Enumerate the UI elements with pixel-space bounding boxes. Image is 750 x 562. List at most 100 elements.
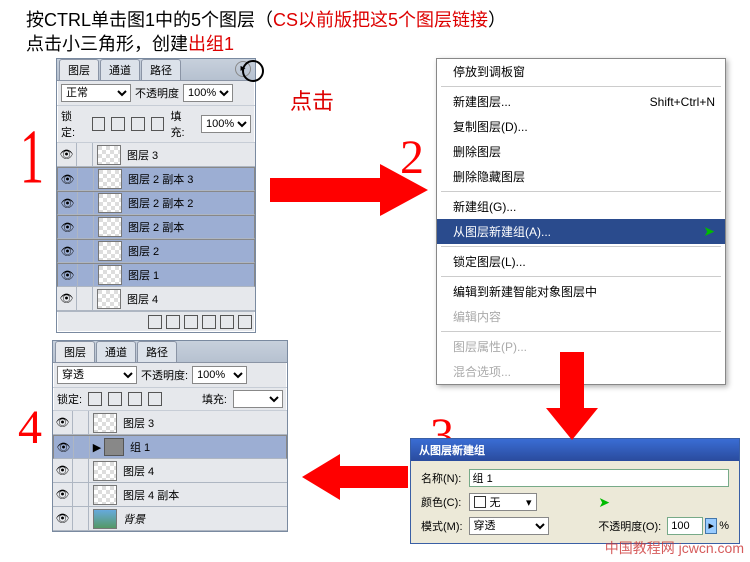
lock-move-icon[interactable] — [128, 392, 142, 406]
menu-item-dellayer[interactable]: 删除图层 — [437, 139, 725, 164]
tab-layers[interactable]: 图层 — [59, 59, 99, 80]
eye-icon[interactable]: 👁 — [53, 507, 73, 530]
percent-label: % — [719, 520, 729, 532]
blend-mode-select[interactable]: 正常 — [61, 84, 131, 102]
eye-icon[interactable]: 👁 — [57, 143, 77, 166]
layer-row[interactable]: 👁图层 1 — [57, 263, 255, 287]
eye-icon[interactable]: 👁 — [58, 264, 78, 286]
menu-item-delhidden[interactable]: 删除隐藏图层 — [437, 164, 725, 189]
menu-item-groupfromlayers[interactable]: 从图层新建组(A)...➤ — [437, 219, 725, 244]
instruction-text: 按CTRL单击图1中的5个图层（ — [26, 10, 273, 30]
eye-icon[interactable]: 👁 — [54, 436, 74, 458]
name-label: 名称(N): — [421, 470, 463, 486]
panel-footer — [57, 311, 255, 332]
fill-label: 填充: — [202, 391, 227, 407]
instruction-line2b: 出组1 — [188, 34, 234, 54]
color-label: 颜色(C): — [421, 494, 463, 510]
layer-list: 👁图层 3 👁图层 2 副本 3 👁图层 2 副本 2 👁图层 2 副本 👁图层… — [57, 143, 255, 311]
layer-row[interactable]: 👁图层 2 — [57, 239, 255, 263]
arrow-left — [300, 452, 410, 502]
instruction-line2a: 点击小三角形，创建 — [26, 34, 188, 54]
menu-item-duplayer[interactable]: 复制图层(D)... — [437, 114, 725, 139]
menu-item-editcontent: 编辑内容 — [437, 304, 725, 329]
arrow-down — [542, 352, 602, 442]
eye-icon[interactable]: 👁 — [58, 168, 78, 190]
eye-icon[interactable]: 👁 — [58, 216, 78, 238]
fill-label: 填充: — [170, 108, 195, 140]
dialog-title: 从图层新建组 — [411, 439, 739, 461]
watermark: 中国教程网 jcwcn.com — [605, 538, 744, 558]
tab-channels[interactable]: 通道 — [96, 341, 136, 362]
menu-item-dock[interactable]: 停放到调板窗 — [437, 59, 725, 84]
tab-paths[interactable]: 路径 — [141, 59, 181, 80]
new-group-dialog: 从图层新建组 名称(N): 颜色(C): 无▾ ➤ 模式(M): 穿透 不透明度… — [410, 438, 740, 544]
layer-row[interactable]: 👁图层 4 — [53, 459, 287, 483]
mode-select[interactable]: 穿透 — [469, 517, 549, 535]
lock-all-icon[interactable] — [151, 117, 165, 131]
lock-all-icon[interactable] — [148, 392, 162, 406]
opacity-label: 不透明度: — [141, 367, 188, 383]
link-icon[interactable] — [148, 315, 162, 329]
lock-trans-icon[interactable] — [92, 117, 106, 131]
eye-icon[interactable]: 👁 — [58, 240, 78, 262]
chevron-right-icon[interactable]: ▶ — [92, 441, 102, 454]
lock-paint-icon[interactable] — [108, 392, 122, 406]
new-layer-icon[interactable] — [220, 315, 234, 329]
opacity-select[interactable]: 100% — [183, 84, 233, 102]
layer-row[interactable]: 👁图层 2 副本 — [57, 215, 255, 239]
layer-row[interactable]: 👁图层 2 副本 2 — [57, 191, 255, 215]
opacity-select[interactable]: 100% — [192, 366, 247, 384]
lock-label: 锁定: — [61, 108, 86, 140]
eye-icon[interactable]: 👁 — [53, 411, 73, 434]
layers-panel-4: 图层 通道 路径 穿透 不透明度: 100% 锁定: 填充: 👁图层 3 👁▶组… — [52, 340, 288, 532]
menu-item-locklayer[interactable]: 锁定图层(L)... — [437, 249, 725, 274]
context-menu: 停放到调板窗 新建图层...Shift+Ctrl+N 复制图层(D)... 删除… — [436, 58, 726, 385]
eye-icon[interactable]: 👁 — [58, 192, 78, 214]
instruction-text2: ） — [488, 10, 506, 30]
cursor-icon: ➤ — [598, 494, 661, 511]
menu-item-newlayer[interactable]: 新建图层...Shift+Ctrl+N — [437, 89, 725, 114]
step-number-4: 4 — [18, 400, 42, 455]
mode-label: 模式(M): — [421, 518, 463, 534]
layer-row[interactable]: 👁图层 2 副本 3 — [57, 167, 255, 191]
eye-icon[interactable]: 👁 — [53, 483, 73, 506]
layer-row[interactable]: 👁图层 4 副本 — [53, 483, 287, 507]
name-input[interactable] — [469, 469, 729, 487]
dlg-opacity-label: 不透明度(O): — [598, 518, 661, 534]
color-select[interactable]: 无▾ — [469, 493, 537, 511]
folder-icon[interactable] — [202, 315, 216, 329]
layer-row-group[interactable]: 👁▶组 1 — [53, 435, 287, 459]
tab-layers[interactable]: 图层 — [55, 341, 95, 362]
instruction-red: CS以前版把这5个图层链接 — [273, 10, 488, 30]
layers-panel-1: 图层 通道 路径 ▸ 正常 不透明度 100% 锁定: 填充: 100% 👁图层… — [56, 58, 256, 333]
folder-icon — [104, 438, 124, 456]
cursor-icon: ➤ — [703, 223, 715, 240]
lock-move-icon[interactable] — [131, 117, 145, 131]
blend-mode-select[interactable]: 穿透 — [57, 366, 137, 384]
trash-icon[interactable] — [238, 315, 252, 329]
click-label: 点击 — [290, 84, 334, 116]
layer-row[interactable]: 👁图层 3 — [53, 411, 287, 435]
menu-item-newgroup[interactable]: 新建组(G)... — [437, 194, 725, 219]
step-number-1: 1 — [20, 114, 44, 202]
menu-item-smartobj[interactable]: 编辑到新建智能对象图层中 — [437, 279, 725, 304]
eye-icon[interactable]: 👁 — [57, 287, 77, 310]
highlight-circle — [242, 60, 264, 82]
fx-icon[interactable] — [166, 315, 180, 329]
mask-icon[interactable] — [184, 315, 198, 329]
lock-trans-icon[interactable] — [88, 392, 102, 406]
layer-row[interactable]: 👁背景 — [53, 507, 287, 531]
chevron-right-icon[interactable]: ▸ — [705, 518, 717, 534]
eye-icon[interactable]: 👁 — [53, 459, 73, 482]
lock-paint-icon[interactable] — [111, 117, 125, 131]
tab-paths[interactable]: 路径 — [137, 341, 177, 362]
lock-label: 锁定: — [57, 391, 82, 407]
arrow-right — [270, 160, 430, 220]
layer-row[interactable]: 👁图层 3 — [57, 143, 255, 167]
fill-select[interactable] — [233, 390, 283, 408]
tab-channels[interactable]: 通道 — [100, 59, 140, 80]
layer-row[interactable]: 👁图层 4 — [57, 287, 255, 311]
opacity-label: 不透明度 — [135, 85, 179, 101]
dlg-opacity-input[interactable] — [667, 517, 703, 535]
fill-select[interactable]: 100% — [201, 115, 251, 133]
